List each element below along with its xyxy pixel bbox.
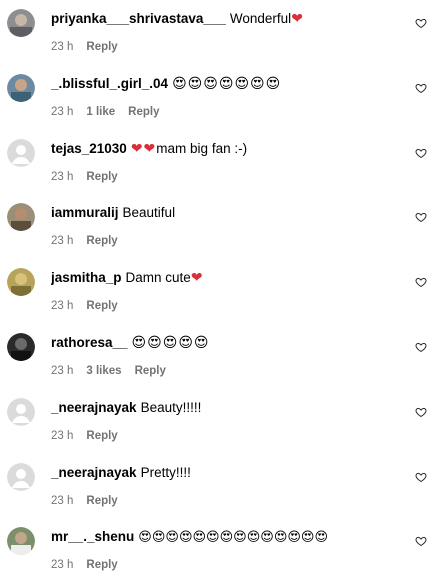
like-heart-icon[interactable] — [415, 147, 427, 159]
avatar[interactable] — [7, 398, 35, 426]
comments-list: priyanka___shrivastava___ Wonderful❤ 23 h… — [0, 0, 439, 579]
comment-item: priyanka___shrivastava___ Wonderful❤ 23 h… — [0, 4, 439, 68]
comment-text: Pretty!!!! — [140, 465, 191, 480]
reply-button[interactable]: Reply — [86, 495, 117, 507]
comment-emoji: ❤ — [190, 270, 204, 286]
comment-emoji: 😍😍😍😍😍 — [131, 335, 210, 351]
avatar[interactable] — [7, 268, 35, 296]
like-heart-icon[interactable] — [415, 341, 427, 353]
comment-emoji: 😍😍😍😍😍😍😍😍😍😍😍😍😍😍 — [138, 530, 329, 545]
like-heart-icon[interactable] — [415, 211, 427, 223]
reply-button[interactable]: Reply — [86, 171, 117, 183]
like-heart-icon[interactable] — [415, 17, 427, 29]
like-count[interactable]: 1 like — [86, 106, 115, 118]
comment-timestamp: 23 h — [51, 300, 74, 312]
comment-timestamp: 23 h — [51, 559, 74, 571]
comment-timestamp: 23 h — [51, 495, 74, 507]
comment-username[interactable]: tejas_21030 — [51, 141, 127, 156]
comment-text: Wonderful — [229, 11, 292, 26]
comment-text: Beauty!!!!! — [140, 400, 202, 415]
like-heart-icon[interactable] — [415, 276, 427, 288]
comment-username[interactable]: _neerajnayak — [51, 465, 137, 480]
comment-item: iammuralij Beautiful 23 h Reply — [0, 198, 439, 262]
comment-timestamp: 23 h — [51, 235, 74, 247]
comment-item: jasmitha_p Damn cute❤ 23 h Reply — [0, 263, 439, 327]
like-heart-icon[interactable] — [415, 82, 427, 94]
comment-item: tejas_21030 ❤❤mam big fan :-) 23 h Reply — [0, 134, 439, 198]
comment-username[interactable]: mr__._shenu — [51, 529, 134, 544]
reply-button[interactable]: Reply — [86, 430, 117, 442]
reply-button[interactable]: Reply — [86, 41, 117, 53]
comment-timestamp: 23 h — [51, 365, 74, 377]
avatar[interactable] — [7, 463, 35, 491]
reply-button[interactable]: Reply — [86, 300, 117, 312]
comment-username[interactable]: _.blissful_.girl_.04 — [51, 76, 168, 91]
comment-username[interactable]: jasmitha_p — [51, 270, 122, 285]
comment-item: rathoresa__ 😍😍😍😍😍 23 h 3 likes Reply — [0, 328, 439, 392]
comment-emoji: 😍😍😍😍😍😍😍 — [172, 76, 282, 92]
reply-button[interactable]: Reply — [86, 235, 117, 247]
comment-timestamp: 23 h — [51, 171, 74, 183]
like-heart-icon[interactable] — [415, 471, 427, 483]
comment-username[interactable]: rathoresa__ — [51, 335, 128, 350]
comment-emoji: ❤ — [291, 11, 304, 27]
avatar[interactable] — [7, 74, 35, 102]
reply-button[interactable]: Reply — [128, 106, 159, 118]
avatar[interactable] — [7, 139, 35, 167]
comment-item: mr__._shenu 😍😍😍😍😍😍😍😍😍😍😍😍😍😍 23 h Reply — [0, 522, 439, 579]
avatar[interactable] — [7, 203, 35, 231]
avatar[interactable] — [7, 527, 35, 555]
avatar[interactable] — [7, 333, 35, 361]
comment-text: Damn cute — [125, 270, 191, 285]
comment-username[interactable]: iammuralij — [51, 205, 119, 220]
comment-text: Beautiful — [122, 205, 176, 220]
comment-timestamp: 23 h — [51, 106, 74, 118]
comment-username[interactable]: _neerajnayak — [51, 400, 137, 415]
comment-emoji: ❤❤ — [130, 141, 157, 157]
like-count[interactable]: 3 likes — [86, 365, 121, 377]
like-heart-icon[interactable] — [415, 535, 427, 547]
like-heart-icon[interactable] — [415, 406, 427, 418]
comment-item: _neerajnayak Pretty!!!! 23 h Reply — [0, 458, 439, 522]
comment-timestamp: 23 h — [51, 430, 74, 442]
comment-item: _.blissful_.girl_.04 😍😍😍😍😍😍😍 23 h 1 like Re… — [0, 69, 439, 133]
reply-button[interactable]: Reply — [135, 365, 166, 377]
comment-text: mam big fan :-) — [156, 141, 248, 156]
comment-item: _neerajnayak Beauty!!!!! 23 h Reply — [0, 393, 439, 457]
avatar[interactable] — [7, 9, 35, 37]
reply-button[interactable]: Reply — [86, 559, 117, 571]
comment-username[interactable]: priyanka___shrivastava___ — [51, 11, 226, 26]
comment-timestamp: 23 h — [51, 41, 74, 53]
